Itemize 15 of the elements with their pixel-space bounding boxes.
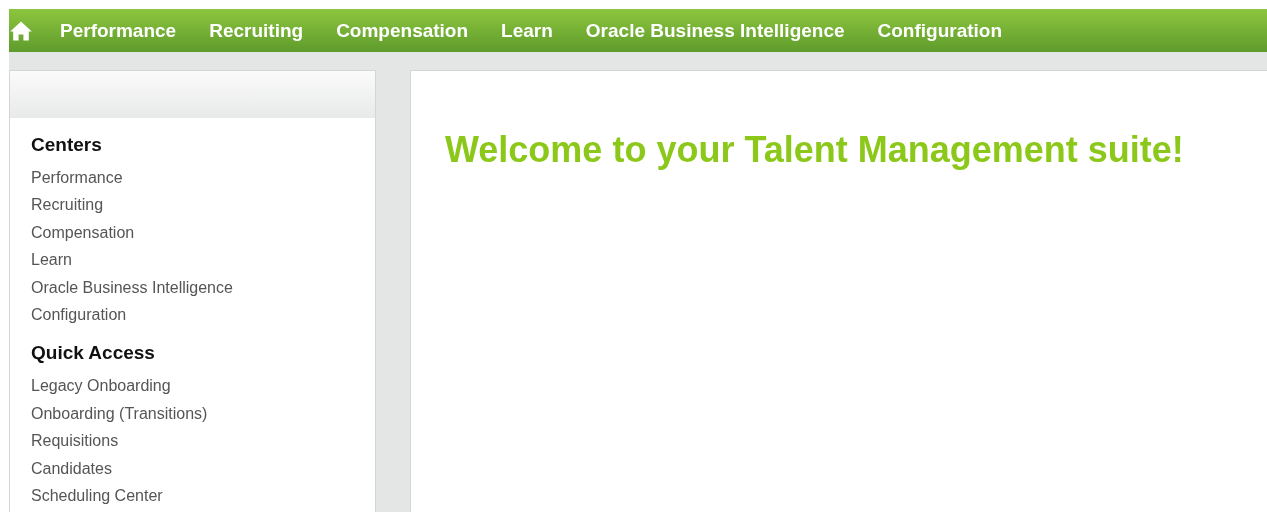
home-icon[interactable] xyxy=(9,19,33,42)
sidebar-link[interactable]: Learn xyxy=(31,246,354,274)
sidebar-link[interactable]: Compensation xyxy=(31,218,354,247)
section-heading: Centers xyxy=(31,134,103,156)
section-heading: Quick Access xyxy=(31,342,156,365)
sidebar-link[interactable]: Scheduling Center xyxy=(31,482,354,510)
sidebar-link[interactable]: Candidates xyxy=(31,454,354,483)
sidebar-link[interactable]: Onboarding (Transitions) xyxy=(31,399,354,428)
sidebar-link[interactable]: Performance xyxy=(31,164,354,192)
sidebar-link[interactable]: Configuration xyxy=(31,301,354,329)
sidebar-link[interactable]: Oracle Business Intelligence xyxy=(31,273,354,302)
sidebar-link[interactable]: Requisitions xyxy=(31,427,354,455)
sidebar-link[interactable]: Legacy Onboarding xyxy=(31,372,354,400)
welcome-heading: Welcome to your Talent Management suite! xyxy=(445,129,1185,171)
sidebar-link[interactable]: Recruiting xyxy=(31,191,354,219)
